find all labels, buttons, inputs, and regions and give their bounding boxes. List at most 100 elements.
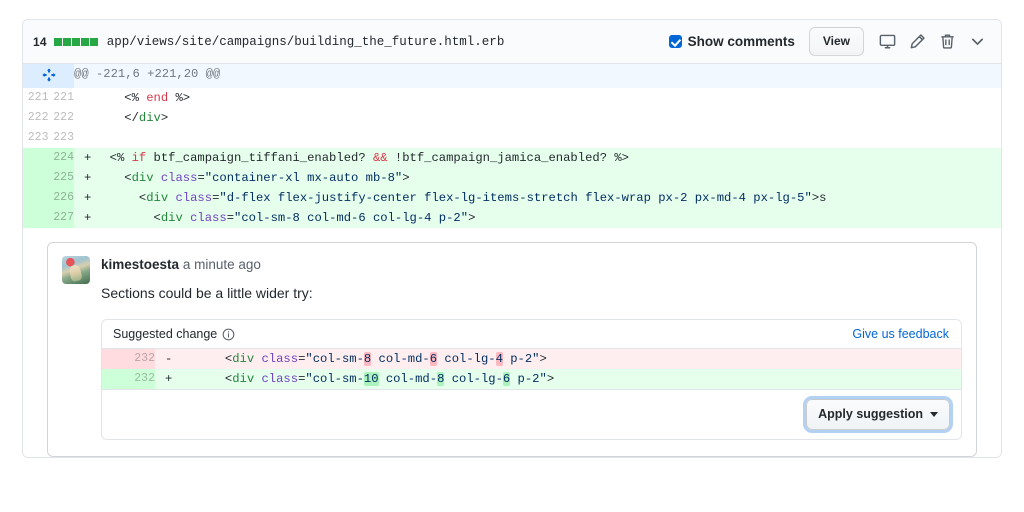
diffstat-block (90, 38, 98, 46)
code-token: div (146, 191, 168, 205)
line-number-old[interactable] (23, 208, 49, 228)
suggestion-diff-table: 232- <div class="col-sm-8 col-md-6 col-l… (102, 349, 961, 389)
code-token: div (232, 352, 254, 366)
line-number-new[interactable]: 223 (49, 128, 75, 148)
show-comments-toggle[interactable]: Show comments (669, 34, 795, 49)
screen-full-icon[interactable] (872, 28, 902, 56)
line-number-new[interactable]: 221 (49, 88, 75, 108)
diff-line-code: <div class="d-flex flex-justify-center f… (74, 188, 826, 208)
code-token: %> (168, 91, 190, 105)
file-header-left: 14 app/views/site/campaigns/building_the… (33, 35, 669, 49)
code-token: > (468, 211, 475, 225)
diff-table: @@ -221,6 +221,20 @@221221 <% end %>2222… (23, 64, 1001, 457)
file-diff-container: 14 app/views/site/campaigns/building_the… (22, 19, 1002, 458)
line-number-old[interactable] (23, 168, 49, 188)
code-token: if (132, 151, 147, 165)
line-number-new[interactable]: 226 (49, 188, 75, 208)
diffstat-block (72, 38, 80, 46)
code-token: <% (95, 91, 146, 105)
diff-code-cell: </div> (74, 108, 1001, 128)
diff-line-marker: + (84, 168, 91, 188)
code-token: btf_campaign_tiffani_enabled? (146, 151, 373, 165)
chevron-down-icon[interactable] (962, 28, 992, 56)
apply-suggestion-label: Apply suggestion (818, 406, 923, 423)
pencil-icon[interactable] (902, 28, 932, 56)
line-number-old[interactable]: 223 (23, 128, 49, 148)
suggestion-line-row: 232- <div class="col-sm-8 col-md-6 col-l… (102, 349, 961, 369)
github-diff-page: 14 app/views/site/campaigns/building_the… (0, 0, 1024, 512)
code-token: class (261, 352, 298, 366)
show-comments-label: Show comments (688, 34, 795, 49)
diff-code-cell: + <% if btf_campaign_tiffani_enabled? &&… (74, 148, 1001, 168)
diff-line-row[interactable]: 221221 <% end %> (23, 88, 1001, 108)
view-button[interactable]: View (809, 27, 864, 56)
comment-header: kimestoesta a minute ago Sections could … (62, 255, 962, 440)
code-token: > (547, 372, 554, 386)
code-token (183, 211, 190, 225)
diff-line-row[interactable]: 226+ <div class="d-flex flex-justify-cen… (23, 188, 1001, 208)
diffstat-count: 14 (33, 35, 47, 49)
code-token: class (190, 211, 227, 225)
code-token: && (373, 151, 388, 165)
show-comments-checkbox[interactable] (669, 35, 682, 48)
suggestion-line-number: 232 (102, 369, 155, 389)
diff-line-row[interactable]: 222222 </div> (23, 108, 1001, 128)
diff-line-row[interactable]: 225+ <div class="container-xl mx-auto mb… (23, 168, 1001, 188)
diff-line-marker: + (165, 369, 172, 389)
review-comment-box: kimestoesta a minute ago Sections could … (47, 242, 977, 457)
comment-author[interactable]: kimestoesta (101, 257, 179, 272)
diff-code-cell: + <div class="col-sm-8 col-md-6 col-lg-4… (74, 208, 1001, 228)
code-token: col-md- (371, 352, 430, 366)
diff-line-marker: + (84, 148, 91, 168)
caret-down-icon (930, 412, 938, 417)
trash-icon[interactable] (932, 28, 962, 56)
line-number-old[interactable]: 221 (23, 88, 49, 108)
diff-line-marker: - (165, 349, 172, 369)
avatar[interactable] (62, 256, 90, 284)
code-token: end (146, 91, 168, 105)
diff-line-row[interactable]: 223223 (23, 128, 1001, 148)
diff-line-row[interactable]: 227+ <div class="col-sm-8 col-md-6 col-l… (23, 208, 1001, 228)
word-diff-highlight: 6 (430, 352, 437, 366)
diff-code-cell (74, 128, 1001, 148)
comment-row: kimestoesta a minute ago Sections could … (23, 228, 1001, 457)
code-token: "d-flex flex-justify-center flex-lg-item… (219, 191, 811, 205)
code-token: p-2" (510, 372, 547, 386)
code-token (154, 171, 161, 185)
comment-body: kimestoesta a minute ago Sections could … (101, 255, 962, 440)
code-token: < (95, 171, 132, 185)
diff-body: @@ -221,6 +221,20 @@221221 <% end %>2222… (23, 64, 1001, 228)
line-number-old[interactable]: 222 (23, 108, 49, 128)
code-token: div (232, 372, 254, 386)
suggestion-diff-body: 232- <div class="col-sm-8 col-md-6 col-l… (102, 349, 961, 389)
line-number-old[interactable] (23, 148, 49, 168)
diffstat-block (63, 38, 71, 46)
info-icon[interactable] (222, 328, 235, 341)
line-number-new[interactable]: 224 (49, 148, 75, 168)
diff-line-code: <div class="col-sm-8 col-md-6 col-lg-4 p… (155, 349, 547, 369)
diff-line-code: <% end %> (74, 88, 190, 108)
diff-code-cell: + <div class="container-xl mx-auto mb-8"… (74, 168, 1001, 188)
code-token: < (181, 372, 232, 386)
code-token: "col-sm- (305, 352, 364, 366)
diff-line-code: <% if btf_campaign_tiffani_enabled? && !… (74, 148, 629, 168)
line-number-new[interactable]: 225 (49, 168, 75, 188)
line-number-new[interactable]: 222 (49, 108, 75, 128)
line-number-new[interactable]: 227 (49, 208, 75, 228)
suggested-change-block: Suggested change (101, 319, 962, 440)
give-us-feedback-link[interactable]: Give us feedback (852, 327, 949, 341)
code-token: >s (812, 191, 827, 205)
code-token: > (540, 352, 547, 366)
comment-inner: kimestoesta a minute ago Sections could … (48, 243, 976, 456)
expand-hunk-button[interactable] (23, 64, 74, 88)
diffstat-blocks (54, 38, 98, 46)
code-token: class (161, 171, 198, 185)
code-token: "container-xl mx-auto mb-8" (205, 171, 402, 185)
diff-line-row[interactable]: 224+ <% if btf_campaign_tiffani_enabled?… (23, 148, 1001, 168)
line-number-old[interactable] (23, 188, 49, 208)
apply-suggestion-button[interactable]: Apply suggestion (806, 399, 950, 430)
code-token: class (261, 372, 298, 386)
comment-text: Sections could be a little wider try: (101, 283, 962, 303)
code-token: div (132, 171, 154, 185)
code-token: < (95, 211, 161, 225)
